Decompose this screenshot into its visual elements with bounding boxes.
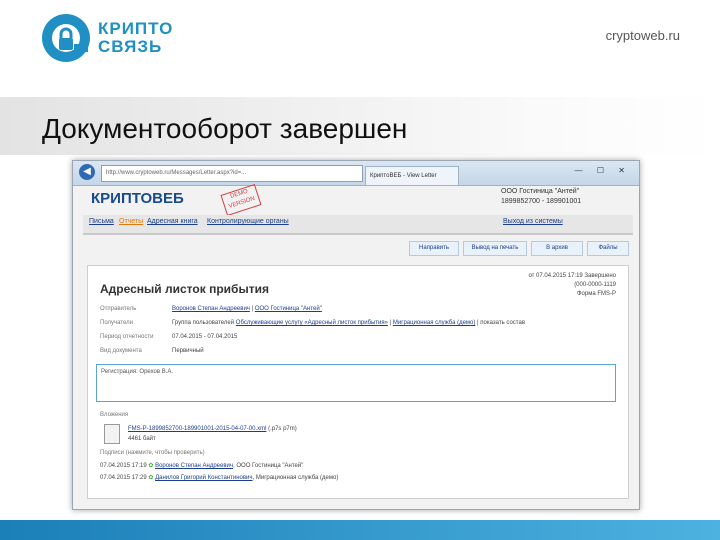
signatures-label: Подписи (нажмите, чтобы проверить) xyxy=(100,450,205,456)
window-controls[interactable]: — ☐ ✕ xyxy=(575,166,631,175)
document-date: от 07.04.2015 17:19 Завершено xyxy=(528,273,616,279)
back-arrow-icon[interactable]: ◀ xyxy=(79,164,95,180)
company-logo: КРИПТО СВЯЗЬ xyxy=(40,12,190,64)
document-meta: от 07.04.2015 17:19 Завершено (000-0000-… xyxy=(528,272,616,299)
logo-lock-icon xyxy=(42,14,90,62)
doc-toolbar: Направить Вывод на печать В архив Файлы xyxy=(409,241,629,256)
sender-label: Отправитель xyxy=(100,306,137,312)
doctype-value: Первичный xyxy=(172,348,204,354)
address-bar[interactable]: http://www.cryptoweb.ru/Messages/Letter.… xyxy=(101,165,363,182)
archive-button[interactable]: В архив xyxy=(531,241,583,256)
doctype-label: Вид документа xyxy=(100,348,142,354)
app-logo: КРИПТОВЕБ xyxy=(91,190,184,207)
signature-name-link[interactable]: Воронов Степан Андреевич xyxy=(155,463,233,469)
signature-org: , Миграционная служба (демо) xyxy=(252,475,339,481)
signature-date: 07.04.2015 17:29 xyxy=(100,475,147,481)
signature-name-link[interactable]: Данилов Григорий Константинович xyxy=(155,475,252,481)
attachment-file-link[interactable]: FMS-P-1899852700-189901001-2015-04-07-00… xyxy=(128,426,266,432)
demo-stamp: DEMO VERSION xyxy=(220,183,262,217)
site-url: cryptoweb.ru xyxy=(605,28,680,43)
logo-text-line1: КРИПТО xyxy=(98,19,174,38)
note-field[interactable]: Регистрация: Орехов В.А. xyxy=(96,364,616,402)
slide-header: КРИПТО СВЯЗЬ cryptoweb.ru xyxy=(0,0,720,72)
signature-row: 07.04.2015 17:19 ✿ Воронов Степан Андрее… xyxy=(100,462,303,469)
nav-control-bodies[interactable]: Контролирующие органы xyxy=(207,218,289,225)
attachment-sig-formats[interactable]: (.p7s p7m) xyxy=(268,426,297,432)
attachment-item: FMS-P-1899852700-189901001-2015-04-07-00… xyxy=(128,424,297,444)
nav-letters[interactable]: Письма xyxy=(89,218,114,225)
print-button[interactable]: Вывод на печать xyxy=(463,241,527,256)
signature-check-icon: ✿ xyxy=(148,475,154,481)
browser-tab[interactable]: КриптоВЕБ - View Letter xyxy=(365,166,459,185)
org-codes: 1899852700 - 189901001 xyxy=(501,198,582,205)
signature-date: 07.04.2015 17:19 xyxy=(100,463,147,469)
browser-chrome: ◀ http://www.cryptoweb.ru/Messages/Lette… xyxy=(73,161,639,186)
signature-org: , ООО Гостиница "Антей" xyxy=(233,463,304,469)
signature-check-icon: ✿ xyxy=(148,463,154,469)
forward-button[interactable]: Направить xyxy=(409,241,459,256)
period-label: Период отчетности xyxy=(100,334,154,340)
signature-row: 07.04.2015 17:29 ✿ Данилов Григорий Конс… xyxy=(100,474,338,481)
attachments-label: Вложения xyxy=(100,412,129,418)
sender-org-link[interactable]: ООО Гостиница "Антей" xyxy=(255,306,322,312)
sender-person-link[interactable]: Воронов Степан Андреевич xyxy=(172,306,250,312)
org-name: ООО Гостиница "Антей" xyxy=(501,188,580,195)
recipients-label: Получатели xyxy=(100,320,134,326)
document-form: Форма FMS-P xyxy=(576,291,616,297)
slide-title: Документооборот завершен xyxy=(42,113,408,144)
recipients-service-link[interactable]: Миграционная служба (демо) xyxy=(393,320,475,326)
app-screenshot: ◀ http://www.cryptoweb.ru/Messages/Lette… xyxy=(72,160,640,510)
logo-text-line2: СВЯЗЬ xyxy=(98,37,163,56)
document-card: Адресный листок прибытия от 07.04.2015 1… xyxy=(87,265,629,499)
files-button[interactable]: Файлы xyxy=(587,241,629,256)
slide-footer-bar xyxy=(0,520,720,540)
org-info: ООО Гостиница "Антей" 1899852700 - 18990… xyxy=(501,187,581,207)
period-value: 07.04.2015 - 07.04.2015 xyxy=(172,334,238,340)
recipients-prefix: Группа пользователей xyxy=(172,320,235,326)
document-title: Адресный листок прибытия xyxy=(100,282,269,296)
app-nav: Письма Отчеты Адресная книга Контролирую… xyxy=(83,215,633,235)
file-icon xyxy=(104,424,120,444)
show-members-link[interactable]: показать состав xyxy=(480,320,525,326)
document-number: (000-0000-1119 xyxy=(574,282,616,288)
recipients-group-link[interactable]: Обслуживающие услугу «Адресный листок пр… xyxy=(236,320,388,326)
nav-logout[interactable]: Выход из системы xyxy=(503,218,563,225)
nav-reports[interactable]: Отчеты xyxy=(119,218,143,225)
nav-address-book[interactable]: Адресная книга xyxy=(147,218,198,225)
logo-wordmark: КРИПТО СВЯЗЬ xyxy=(98,20,173,56)
attachment-size: 4461 байт xyxy=(128,436,156,442)
